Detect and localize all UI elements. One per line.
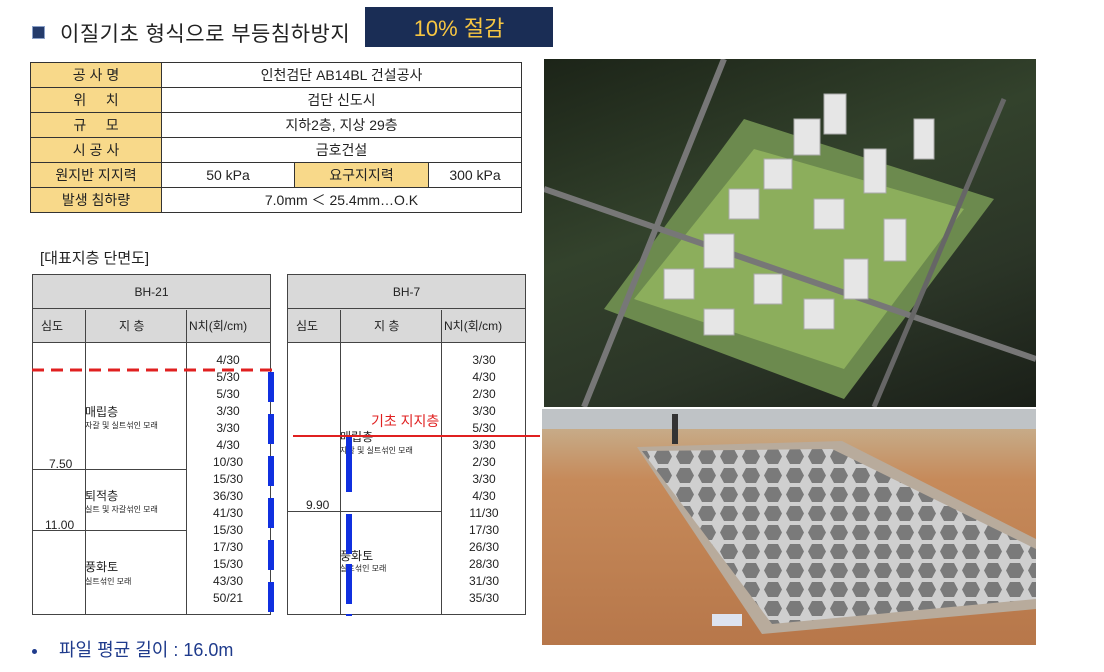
page-title: 이질기초 형식으로 부등침하방지 xyxy=(60,23,351,46)
borehole-log-bh7: BH-7 심도 지 층 N치(회/cm) 9.90 매립층 자갈 및 실트섞인 … xyxy=(287,274,526,615)
info-label: 시 공 사 xyxy=(30,137,162,163)
col-n: N치(회/cm) xyxy=(189,319,248,333)
layer-name: 매립층 xyxy=(85,405,119,419)
layer-name: 매립층 xyxy=(340,430,374,444)
n-value: 43/30 xyxy=(212,574,244,588)
borehole-title: BH-7 xyxy=(288,275,525,309)
divider xyxy=(186,310,187,614)
n-value: 35/30 xyxy=(468,591,500,605)
n-value: 3/30 xyxy=(472,353,496,367)
info-row: 원지반 지지력 50 kPa 요구지지력 300 kPa xyxy=(30,162,523,188)
info-value: 인천검단 AB14BL 건설공사 xyxy=(160,62,523,88)
n-value: 3/30 xyxy=(472,472,496,486)
info-value: 50 kPa xyxy=(161,162,295,188)
col-depth: 심도 xyxy=(41,319,64,333)
n-value: 3/30 xyxy=(472,438,496,452)
n-value: 4/30 xyxy=(472,489,496,503)
info-value: 금호건설 xyxy=(160,137,523,163)
square-bullet-icon xyxy=(32,26,45,39)
col-n: N치(회/cm) xyxy=(444,319,503,333)
info-row: 위 치 검단 신도시 xyxy=(30,87,523,113)
header-row: 심도 지 층 N치(회/cm) xyxy=(33,309,270,343)
n-value: 17/30 xyxy=(212,540,244,554)
col-depth: 심도 xyxy=(296,319,319,333)
n-value: 5/30 xyxy=(216,370,240,384)
col-layer: 지 층 xyxy=(374,319,400,333)
divider xyxy=(441,310,442,614)
info-label: 위 치 xyxy=(30,87,162,113)
info-row: 공 사 명 인천검단 AB14BL 건설공사 xyxy=(30,62,523,88)
n-value: 2/30 xyxy=(472,387,496,401)
layer-desc: 실트섞인 모래 xyxy=(85,577,132,586)
project-info-table: 공 사 명 인천검단 AB14BL 건설공사 위 치 검단 신도시 규 모 지하… xyxy=(30,62,523,213)
info-value: 검단 신도시 xyxy=(160,87,523,113)
borehole-log-bh21: BH-21 심도 지 층 N치(회/cm) 7.50 11.00 매립층 자갈 … xyxy=(32,274,271,615)
layer-desc: 실트 및 자갈섞인 모래 xyxy=(85,505,158,514)
aerial-illustration xyxy=(544,59,1036,407)
n-value-list: 4/30 5/30 5/30 3/30 3/30 4/30 10/30 15/30 36/30 4… xyxy=(208,352,248,607)
construction-site-image xyxy=(542,409,1036,645)
layer-desc: 실트섞인 모래 xyxy=(340,564,387,573)
info-value: 300 kPa xyxy=(427,162,523,188)
n-value: 11/30 xyxy=(469,506,499,520)
n-value: 4/30 xyxy=(216,438,240,452)
info-label: 규 모 xyxy=(30,112,162,138)
cost-reduction-badge: 10% 절감 xyxy=(365,7,553,47)
n-value: 26/30 xyxy=(468,540,500,554)
n-value: 50/21 xyxy=(212,591,244,605)
borehole-title: BH-21 xyxy=(33,275,270,309)
n-value: 3/30 xyxy=(472,404,496,418)
aerial-rendering-image xyxy=(544,59,1036,407)
n-value: 5/30 xyxy=(472,421,496,435)
info-label: 요구지지력 xyxy=(294,162,429,188)
info-label: 공 사 명 xyxy=(30,62,162,88)
info-value: 7.0mm ＜ 25.4mm…O.K xyxy=(160,187,523,213)
layer-desc: 자갈 및 실트섞인 모래 xyxy=(85,421,158,430)
n-value: 4/30 xyxy=(216,353,240,367)
header-row: 심도 지 층 N치(회/cm) xyxy=(288,309,525,343)
support-layer-annotation: 기초 지지층 xyxy=(371,413,440,429)
info-label: 발생 침하량 xyxy=(30,187,162,213)
info-label: 원지반 지지력 xyxy=(30,162,162,188)
n-value: 15/30 xyxy=(212,557,244,571)
n-value: 31/30 xyxy=(468,574,500,588)
depth-label: 11.00 xyxy=(45,518,75,532)
n-value-list: 3/30 4/30 2/30 3/30 5/30 3/30 2/30 3/30 4/30 11/3… xyxy=(464,352,504,607)
info-row: 시 공 사 금호건설 xyxy=(30,137,523,163)
bullet-dot-icon xyxy=(32,648,37,654)
n-value: 15/30 xyxy=(212,523,244,537)
col-layer: 지 층 xyxy=(119,319,145,333)
pile-length-bullet: 파일 평균 길이 : 16.0m xyxy=(32,636,233,662)
info-row: 규 모 지하2층, 지상 29층 xyxy=(30,112,523,138)
n-value: 2/30 xyxy=(472,455,496,469)
layer-desc: 자갈 및 실트섞인 모래 xyxy=(340,446,413,455)
n-value: 4/30 xyxy=(472,370,496,384)
layer-name: 풍화토 xyxy=(85,560,119,574)
layer-name: 풍화토 xyxy=(340,549,374,563)
depth-label: 9.90 xyxy=(306,498,330,512)
depth-label: 7.50 xyxy=(49,457,73,471)
pile-length-text: 파일 평균 길이 : 16.0m xyxy=(59,640,234,660)
n-value: 10/30 xyxy=(212,455,244,469)
n-value: 41/30 xyxy=(212,506,244,520)
n-value: 17/30 xyxy=(468,523,500,537)
n-value: 3/30 xyxy=(216,421,240,435)
n-value: 36/30 xyxy=(212,489,244,503)
n-value: 15/30 xyxy=(212,472,244,486)
n-value: 3/30 xyxy=(216,404,240,418)
layer-name: 퇴적층 xyxy=(85,489,119,503)
n-value: 5/30 xyxy=(216,387,240,401)
geocell-illustration xyxy=(542,409,1036,634)
info-value: 지하2층, 지상 29층 xyxy=(160,112,523,138)
section-label: [대표지층 단면도] xyxy=(40,250,150,267)
n-value: 28/30 xyxy=(468,557,500,571)
info-row: 발생 침하량 7.0mm ＜ 25.4mm…O.K xyxy=(30,187,523,213)
